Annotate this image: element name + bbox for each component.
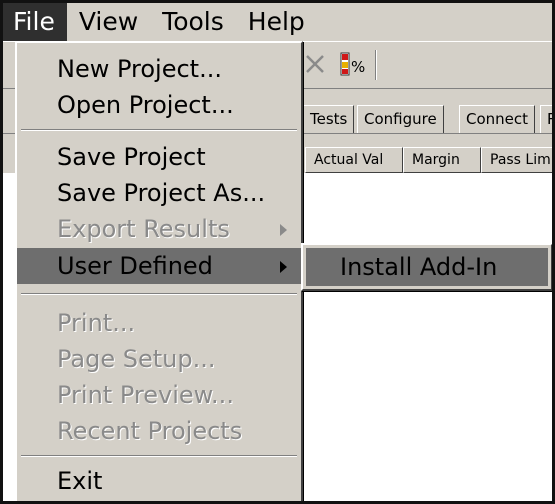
menu-item-page-setup: Page Setup...	[57, 345, 216, 373]
svg-text:%: %	[351, 58, 365, 76]
menu-item-print-preview: Print Preview...	[57, 381, 234, 409]
column-header-margin[interactable]: Margin	[403, 147, 481, 173]
menu-separator	[21, 293, 297, 295]
menu-item-export-results: Export Results	[17, 211, 301, 247]
menu-item-export-results-label: Export Results	[57, 215, 230, 243]
menu-item-open-project[interactable]: Open Project...	[17, 87, 301, 123]
delete-x-icon[interactable]	[303, 52, 327, 76]
chevron-right-icon	[280, 261, 287, 273]
menu-item-new-project[interactable]: New Project...	[17, 51, 301, 87]
menu-separator	[21, 455, 297, 457]
menu-item-save-project-as[interactable]: Save Project As...	[17, 175, 301, 211]
menu-file[interactable]: File	[3, 3, 67, 41]
menu-item-recent-projects: Recent Projects	[57, 417, 243, 445]
toolbar-separator	[375, 50, 377, 80]
menu-tools[interactable]: Tools	[150, 3, 236, 41]
tab-tests[interactable]: Tests	[303, 105, 355, 133]
menu-item-save-project[interactable]: Save Project	[17, 139, 301, 175]
tab-connect[interactable]: Connect	[459, 105, 536, 133]
menu-item-user-defined-label: User Defined	[57, 252, 213, 280]
percent-icon[interactable]: %	[339, 50, 365, 78]
user-defined-submenu: Install Add-In	[301, 243, 552, 291]
column-header-pass-lim[interactable]: Pass Lim	[481, 147, 552, 173]
tab-r[interactable]: R	[540, 105, 552, 133]
menu-item-exit[interactable]: Exit	[17, 463, 301, 499]
tab-configure[interactable]: Configure	[357, 105, 444, 133]
menu-item-user-defined[interactable]: User Defined	[17, 248, 301, 284]
file-menu-dropdown: New Project... Open Project... Save Proj…	[15, 41, 303, 501]
app-window: File View Tools Help % Tests Configure C…	[0, 0, 555, 504]
menu-view[interactable]: View	[67, 3, 150, 41]
menu-help[interactable]: Help	[236, 3, 317, 41]
menu-bar: File View Tools Help	[3, 3, 552, 41]
chevron-right-icon	[280, 224, 287, 236]
menu-item-print: Print...	[57, 309, 136, 337]
menu-separator	[21, 129, 297, 131]
column-header-actual-val[interactable]: Actual Val	[305, 147, 403, 173]
menu-item-install-addin[interactable]: Install Add-In	[306, 248, 548, 286]
